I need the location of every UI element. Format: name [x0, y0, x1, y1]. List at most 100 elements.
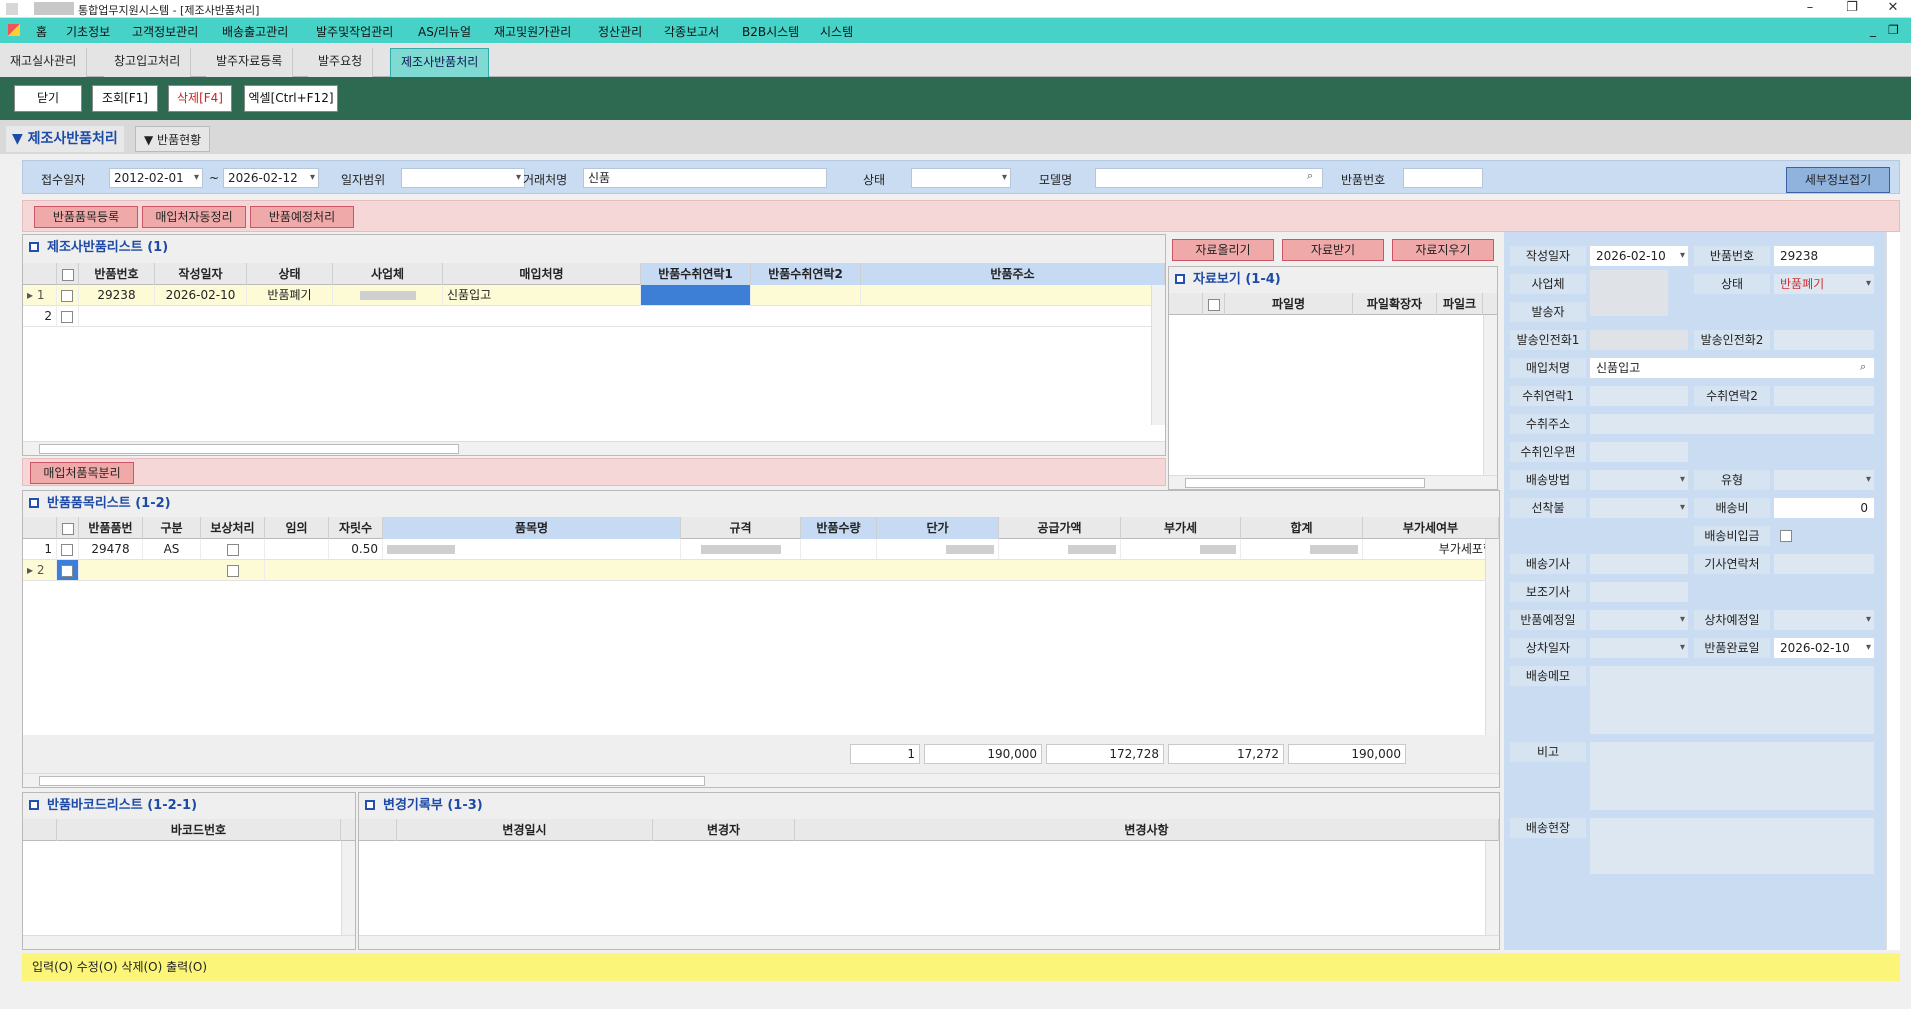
mdi-restore-button[interactable]: ❐ [1888, 23, 1899, 37]
horizontal-scrollbar[interactable] [359, 935, 1499, 949]
split-vendor-items-button[interactable]: 매입처품목분리 [30, 462, 134, 484]
cell-contact2[interactable] [751, 285, 861, 305]
table-row[interactable]: 2 [23, 306, 1165, 327]
cell-contact1[interactable] [641, 285, 751, 305]
assist-driver-field[interactable] [1590, 582, 1688, 602]
cell-total-blurred[interactable] [1241, 539, 1363, 559]
remark-textarea[interactable] [1590, 742, 1874, 810]
return-done-field[interactable]: 2026-02-10 [1774, 638, 1874, 658]
cell-arbitrary[interactable] [265, 539, 329, 559]
row-checkbox[interactable] [57, 560, 79, 580]
cell-item-no[interactable]: 29478 [79, 539, 143, 559]
vendor-detail-field[interactable]: 신품입고 [1590, 358, 1874, 378]
cell-business-blurred[interactable] [333, 285, 443, 305]
col-return-no[interactable]: 반품번호 [79, 263, 155, 285]
horizontal-scrollbar[interactable] [1169, 475, 1497, 489]
col-address[interactable]: 반품주소 [861, 263, 1165, 285]
col-contact2[interactable]: 반품수취연락2 [751, 263, 861, 285]
menu-item-settlement[interactable]: 정산관리 [598, 23, 642, 40]
cell-vat-blurred[interactable] [1121, 539, 1241, 559]
date-to-field[interactable]: 2026-02-12 [223, 168, 319, 188]
col-file-size[interactable]: 파일크 [1437, 293, 1483, 315]
cell-type[interactable]: AS [143, 539, 201, 559]
restore-button[interactable]: ❐ [1834, 0, 1870, 18]
select-all-checkbox[interactable] [57, 263, 79, 285]
cell-return-no[interactable]: 29238 [79, 285, 155, 305]
register-return-items-button[interactable]: 반품품목등록 [34, 206, 138, 228]
horizontal-scrollbar[interactable] [23, 935, 355, 949]
col-vendor[interactable]: 매입처명 [443, 263, 641, 285]
close-window-button[interactable]: ✕ [1875, 0, 1911, 18]
model-search-icon[interactable]: ⌕ [1307, 169, 1313, 183]
vertical-scrollbar[interactable] [1151, 285, 1165, 425]
ship-memo-textarea[interactable] [1590, 666, 1874, 734]
app-menu-icon[interactable] [8, 24, 20, 36]
pickup-plan-select[interactable] [1774, 610, 1874, 630]
date-from-field[interactable]: 2012-02-01 [109, 168, 203, 188]
cell-status[interactable]: 반품폐기 [247, 285, 333, 305]
menu-item-shipping[interactable]: 배송출고관리 [222, 23, 288, 40]
col-business[interactable]: 사업체 [333, 263, 443, 285]
row-checkbox[interactable] [57, 285, 79, 305]
download-file-button[interactable]: 자료받기 [1282, 239, 1384, 261]
col-barcode[interactable]: 바코드번호 [57, 819, 341, 841]
cell-digits[interactable]: 0.50 [329, 539, 383, 559]
cell-return-qty[interactable] [801, 539, 877, 559]
date-range-select[interactable] [401, 168, 525, 188]
recv-zip-field[interactable] [1590, 442, 1688, 462]
col-supply-amount[interactable]: 공급가액 [999, 517, 1121, 539]
cell-supply-blurred[interactable] [999, 539, 1121, 559]
col-arbitrary[interactable]: 임의 [265, 517, 329, 539]
tab-manufacturer-return[interactable]: 제조사반품처리 [390, 48, 490, 77]
cell-item-name-blurred[interactable] [383, 539, 681, 559]
tab-warehouse-in[interactable]: 창고입고처리 [104, 48, 192, 77]
cell-unit-price-blurred[interactable] [877, 539, 999, 559]
cell-compensation-checkbox[interactable] [201, 539, 265, 559]
horizontal-scrollbar[interactable] [23, 441, 1165, 455]
return-plan-select[interactable] [1590, 610, 1688, 630]
type-select[interactable] [1774, 470, 1874, 490]
return-no-detail-field[interactable]: 29238 [1774, 246, 1874, 266]
business-field-blurred[interactable] [1590, 270, 1668, 316]
tab-order-register[interactable]: 발주자료등록 [206, 48, 294, 77]
vendor-input[interactable]: 신품 [583, 168, 827, 188]
ship-fee-paid-checkbox[interactable] [1780, 530, 1792, 542]
cell-compensation-checkbox[interactable] [201, 560, 265, 580]
search-button[interactable]: 조회[F1] [92, 85, 158, 112]
delete-file-button[interactable]: 자료지우기 [1392, 239, 1494, 261]
recv-contact1-field[interactable] [1590, 386, 1688, 406]
status-select[interactable] [911, 168, 1011, 188]
horizontal-scrollbar[interactable] [23, 773, 1499, 787]
mdi-minimize-button[interactable]: _ [1870, 23, 1876, 37]
vertical-scrollbar[interactable] [1485, 841, 1499, 935]
menu-item-basic-info[interactable]: 기초정보 [66, 23, 110, 40]
menu-item-system[interactable]: 시스템 [820, 23, 853, 40]
cell-vendor[interactable]: 신품입고 [443, 285, 641, 305]
return-no-input[interactable] [1403, 168, 1483, 188]
model-input[interactable] [1095, 168, 1323, 188]
col-compensation[interactable]: 보상처리 [201, 517, 265, 539]
col-vat-flag[interactable]: 부가세여부 [1363, 517, 1499, 539]
excel-button[interactable]: 엑셀[Ctrl+F12] [244, 85, 338, 112]
cell-vat-flag[interactable]: 부가세포함 [1363, 539, 1499, 559]
collapse-detail-button[interactable]: 세부정보접기 [1786, 167, 1890, 193]
status-detail-field[interactable]: 반품폐기 [1774, 274, 1874, 294]
minimize-button[interactable]: – [1792, 0, 1828, 18]
recv-address-field[interactable] [1590, 414, 1874, 434]
select-all-checkbox[interactable] [57, 517, 79, 539]
site-textarea[interactable] [1590, 818, 1874, 874]
col-contact1[interactable]: 반품수취연락1 [641, 263, 751, 285]
delete-button[interactable]: 삭제[F4] [168, 85, 232, 112]
section-toggle-icon[interactable] [29, 800, 39, 810]
vertical-scrollbar[interactable] [341, 841, 355, 935]
col-total[interactable]: 합계 [1241, 517, 1363, 539]
section-toggle-icon[interactable] [29, 498, 39, 508]
tab-inventory-check[interactable]: 재고실사관리 [0, 48, 88, 77]
sender-phone1-field-blurred[interactable] [1590, 330, 1688, 350]
tab-order-request[interactable]: 발주요청 [308, 48, 374, 77]
col-item-name[interactable]: 품목명 [383, 517, 681, 539]
menu-item-inventory-cost[interactable]: 재고및원가관리 [494, 23, 571, 40]
menu-item-order-work[interactable]: 발주및작업관리 [316, 23, 393, 40]
col-change-content[interactable]: 변경사항 [795, 819, 1499, 841]
ship-method-select[interactable] [1590, 470, 1688, 490]
